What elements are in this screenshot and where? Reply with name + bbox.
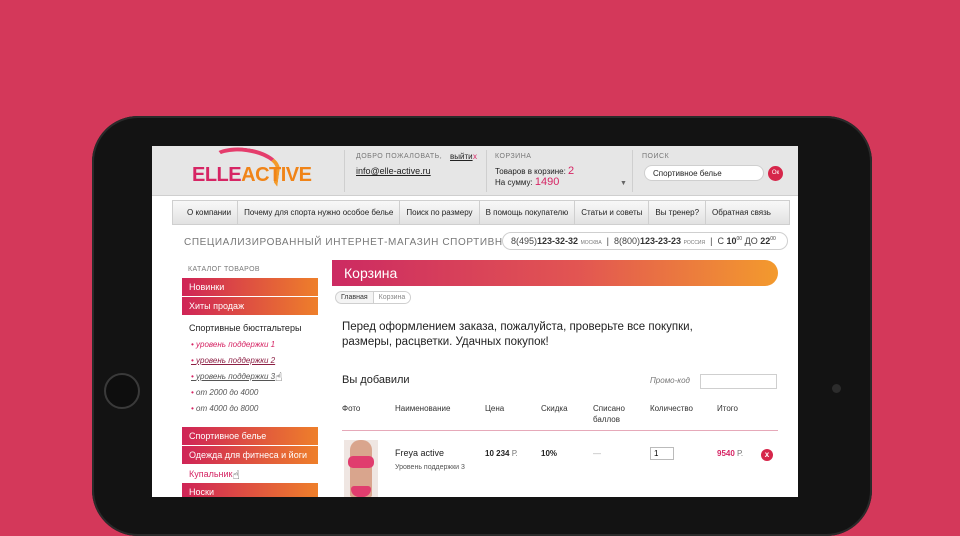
- promo-label: Промо-код: [650, 376, 690, 385]
- sidebar-item-socks[interactable]: Носки: [182, 483, 318, 497]
- hours-to-min: 00: [770, 236, 776, 242]
- catalog-sidebar: КАТАЛОГ ТОВАРОВ Новинки Хиты продаж Спор…: [182, 259, 318, 497]
- nav-trainer[interactable]: Вы тренер?: [649, 200, 707, 225]
- nav-size-search[interactable]: Поиск по размеру: [400, 200, 480, 225]
- logout-link[interactable]: выйти: [450, 152, 473, 161]
- sidebar-subitem-label: уровень поддержки 1: [196, 340, 276, 349]
- russia-code: 8(800): [614, 236, 641, 246]
- sidebar-subitem[interactable]: • от 4000 до 8000: [182, 401, 318, 417]
- search-caption: ПОИСК: [642, 153, 670, 160]
- product-photo[interactable]: [344, 440, 378, 497]
- logout-x[interactable]: x: [473, 152, 477, 161]
- cart-sum-value: 1490: [534, 176, 560, 188]
- sidebar-item-swimsuit-label: Купальник: [189, 469, 233, 479]
- search-button[interactable]: Ок: [768, 166, 783, 181]
- cart-items-label: Товаров в корзине:: [495, 167, 566, 176]
- russia-number: 123-23-23: [640, 236, 682, 246]
- chevron-down-icon[interactable]: ▼: [620, 180, 627, 187]
- breadcrumb: Главная Корзина: [335, 291, 412, 304]
- product-variant: Уровень поддержки 3: [395, 464, 465, 471]
- product-total-currency: Р.: [737, 449, 744, 458]
- nav-feedback[interactable]: Обратная связь: [706, 200, 777, 225]
- welcome-caption: ДОБРО ПОЖАЛОВАТЬ,: [356, 153, 443, 160]
- sidebar-item-new[interactable]: Новинки: [182, 278, 318, 296]
- search-input[interactable]: Спортивное белье: [644, 165, 764, 181]
- nav-why-sport-underwear[interactable]: Почему для спорта нужно особое белье: [238, 200, 401, 225]
- col-header-price: Цена: [485, 404, 505, 413]
- col-header-points: Списано баллов: [593, 404, 625, 424]
- hours-to-label: ДО: [744, 236, 758, 246]
- cart-caption: КОРЗИНА: [495, 153, 532, 160]
- camera-dot: [832, 384, 841, 393]
- sidebar-subitem[interactable]: • от 2000 до 4000: [182, 385, 318, 401]
- product-price: 10 234 Р.: [485, 449, 518, 458]
- moscow-number: 123-32-32: [537, 236, 579, 246]
- catalog-caption: КАТАЛОГ ТОВАРОВ: [188, 266, 260, 273]
- cart-main: Корзина Главная Корзина Перед оформление…: [332, 260, 778, 497]
- col-header-name: Наименование: [395, 404, 451, 413]
- user-email[interactable]: info@elle-active.ru: [356, 166, 431, 176]
- divider: [344, 150, 345, 192]
- site-header: ELLEACTIVE ДОБРО ПОЖАЛОВАТЬ, выйти x inf…: [152, 146, 798, 196]
- sidebar-subitem-label: уровень поддержки 2: [196, 356, 276, 365]
- sidebar-item-swimsuit[interactable]: Купальник☝: [182, 465, 318, 483]
- hand-cursor-icon: ☝: [232, 467, 240, 482]
- sidebar-item-sport-underwear[interactable]: Спортивное белье: [182, 427, 318, 445]
- sidebar-subitem-label: от 2000 до 4000: [196, 388, 259, 397]
- cart-sum-line[interactable]: На сумму: 1490: [495, 176, 559, 188]
- cart-sum-label: На сумму:: [495, 178, 533, 187]
- screen: ELLEACTIVE ДОБРО ПОЖАЛОВАТЬ, выйти x inf…: [152, 146, 798, 497]
- col-header-discount: Скидка: [541, 404, 568, 413]
- cart-intro-text: Перед оформлением заказа, пожалуйста, пр…: [342, 321, 693, 348]
- quantity-input[interactable]: 1: [650, 447, 674, 460]
- divider: [486, 150, 487, 192]
- russia-city: РОССИЯ: [683, 240, 706, 246]
- cart-items-count: 2: [568, 165, 575, 177]
- sidebar-item-hits[interactable]: Хиты продаж: [182, 297, 318, 315]
- logo[interactable]: ELLEACTIVE: [192, 164, 312, 187]
- divider: [632, 150, 633, 192]
- col-header-photo: Фото: [342, 404, 361, 413]
- sidebar-item-fitness-clothes[interactable]: Одежда для фитнеса и йоги: [182, 446, 318, 464]
- col-header-quantity: Количество: [650, 404, 693, 413]
- phone-bar: 8(495)123-32-32 МОСКВА | 8(800)123-23-23…: [502, 232, 788, 250]
- nav-articles[interactable]: Статьи и советы: [575, 200, 650, 225]
- sidebar-section-bras[interactable]: Спортивные бюстгальтеры: [182, 319, 318, 337]
- logo-active: ACTIVE: [241, 164, 312, 186]
- hours-from: 10: [726, 236, 737, 246]
- nav-about[interactable]: О компании: [181, 200, 239, 225]
- added-title: Вы добавили: [342, 374, 410, 386]
- sidebar-subitem[interactable]: • уровень поддержки 1: [182, 337, 318, 353]
- col-header-total: Итого: [717, 404, 738, 413]
- promo-code-input[interactable]: [700, 374, 777, 389]
- close-icon[interactable]: x: [761, 449, 773, 461]
- product-total: 9540 Р.: [717, 449, 743, 458]
- sidebar-subitem[interactable]: • уровень поддержки 3☝: [182, 369, 318, 385]
- home-button: [104, 373, 140, 409]
- header-divider: [342, 430, 778, 431]
- moscow-city: МОСКВА: [580, 240, 602, 246]
- product-total-value: 9540: [717, 449, 735, 458]
- product-name[interactable]: Freya active: [395, 448, 444, 458]
- sidebar-subitem[interactable]: • уровень поддержки 2: [182, 353, 318, 369]
- product-price-value: 10 234: [485, 449, 510, 458]
- product-discount: 10%: [541, 449, 558, 458]
- product-points: —: [593, 449, 601, 458]
- breadcrumb-home[interactable]: Главная: [336, 292, 373, 303]
- hours-from-label: С: [717, 236, 724, 246]
- logo-elle: ELLE: [192, 164, 242, 186]
- nav-buyer-help[interactable]: В помощь покупателю: [480, 200, 576, 225]
- moscow-code: 8(495): [511, 236, 538, 246]
- page-title: Корзина: [332, 260, 778, 286]
- sidebar-subitem-label: уровень поддержки 3: [196, 372, 276, 382]
- product-price-currency: Р.: [511, 449, 518, 458]
- sidebar-subitem-label: от 4000 до 8000: [196, 404, 259, 413]
- hours-to: 22: [760, 236, 771, 246]
- hand-cursor-icon: ☝: [275, 370, 283, 384]
- hours-from-min: 00: [736, 236, 743, 242]
- main-nav: О компании Почему для спорта нужно особо…: [172, 200, 790, 225]
- breadcrumb-current: Корзина: [372, 292, 411, 303]
